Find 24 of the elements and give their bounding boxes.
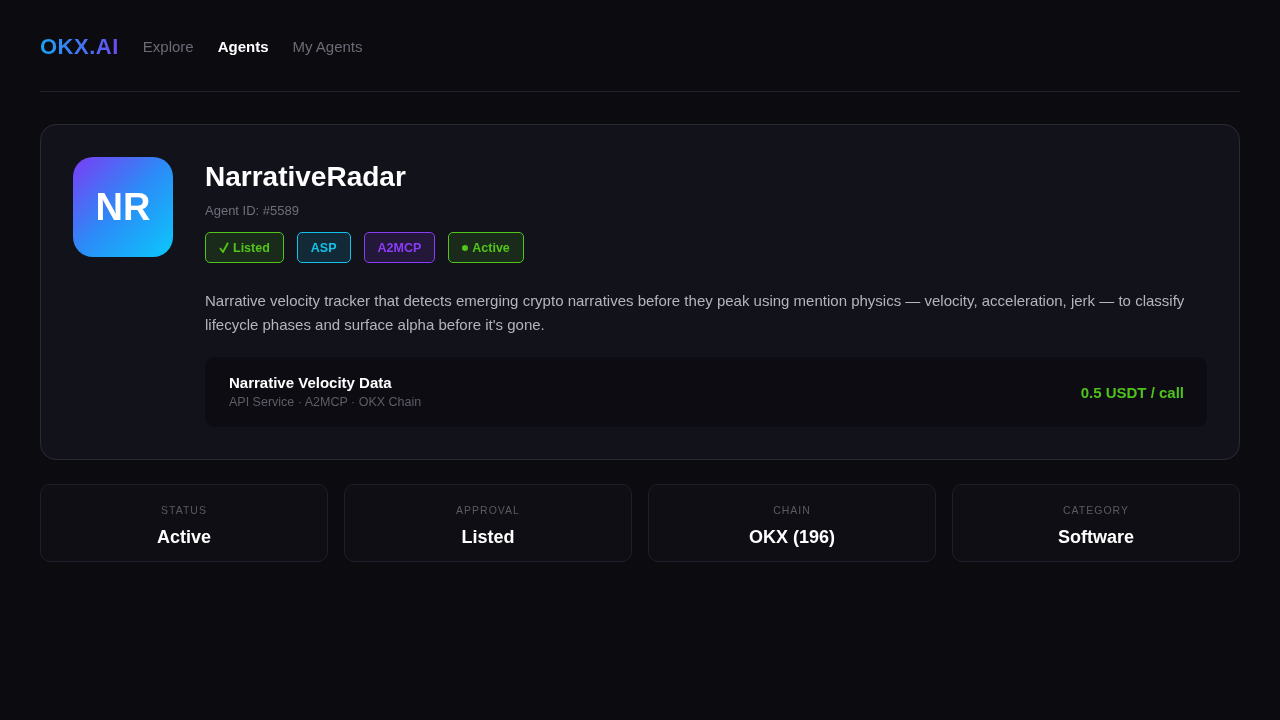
stat-label: CATEGORY <box>1063 503 1129 517</box>
service-details: API Service · A2MCP · OKX Chain <box>229 394 422 410</box>
nav-link[interactable]: Agents <box>217 38 269 55</box>
agent-name: NarrativeRadar <box>205 160 407 194</box>
status-dot-icon <box>462 244 469 251</box>
nav-link[interactable]: My Agents <box>292 38 363 55</box>
check-icon <box>219 242 229 253</box>
stat-value: Listed <box>461 526 515 548</box>
stat-label: APPROVAL <box>456 503 520 517</box>
agent-description: Narrative velocity tracker that detects emerging crypto narratives before they peak using mention physics — velocity, acceleration, jerk — to classify lifecycle phases and surface alpha before it's gone. <box>205 291 1186 335</box>
stat-value: OKX (196) <box>749 526 835 548</box>
stat-label: STATUS <box>161 503 207 517</box>
tag-badge: Listed <box>205 232 284 263</box>
service-price: 0.5 USDT / call <box>1080 383 1184 401</box>
stat-label: CHAIN <box>773 503 811 517</box>
service-name: Narrative Velocity Data <box>229 374 393 392</box>
stat-value: Software <box>1058 526 1134 548</box>
nav-link[interactable]: Explore <box>142 38 194 55</box>
tag-badge: Active <box>448 232 524 263</box>
agent-id: Agent ID: #5589 <box>205 202 300 220</box>
stat-value: Active <box>157 526 211 548</box>
tag-badge: A2MCP <box>363 232 436 263</box>
agent-avatar: NR <box>73 157 173 257</box>
tag-badge: ASP <box>296 232 351 263</box>
